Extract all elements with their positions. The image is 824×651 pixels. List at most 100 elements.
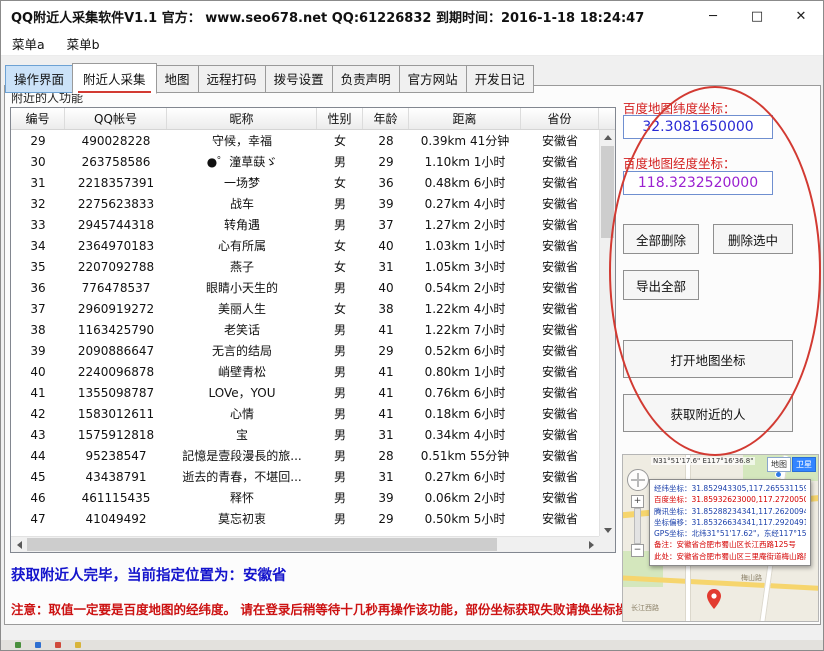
table-cell: 0.54km 2小时: [409, 279, 521, 296]
export-all-button[interactable]: 导出全部: [623, 270, 699, 300]
taskbar-icon: [35, 642, 41, 648]
table-cell: 47: [11, 512, 65, 526]
table-row[interactable]: 411355098787LOVe，YOU男410.76km 6小时安徽省: [11, 382, 599, 403]
table-row[interactable]: 312218357391一场梦女360.48km 6小时安徽省: [11, 172, 599, 193]
vertical-scroll-thumb[interactable]: [601, 146, 614, 238]
popup-line: 百度坐标：31.85932623000,117.2720050000 ←: [654, 494, 806, 505]
tab-page: 附近的人功能 编号QQ帐号昵称性别年龄距离省份 29490028228守候，幸福…: [4, 85, 821, 625]
status-message: 获取附近人完毕，当前指定位置为：安徽省: [11, 564, 287, 585]
tab-3[interactable]: 地图: [156, 65, 199, 93]
tab-2[interactable]: 附近人采集: [72, 63, 157, 94]
column-header[interactable]: 省份: [521, 108, 599, 129]
table-cell: 39: [363, 491, 409, 505]
tab-7[interactable]: 官方网站: [399, 65, 467, 93]
table-cell: 461115435: [65, 491, 167, 505]
table-cell: 2240096878: [65, 365, 167, 379]
horizontal-scrollbar[interactable]: [11, 536, 599, 552]
table-row[interactable]: 322275623833战车男390.27km 4小时安徽省: [11, 193, 599, 214]
scroll-left-icon[interactable]: [11, 537, 27, 553]
table-row[interactable]: 421583012611心情男410.18km 6小时安徽省: [11, 403, 599, 424]
table-cell: 1.22km 7小时: [409, 321, 521, 338]
get-nearby-people-button[interactable]: 获取附近的人: [623, 394, 793, 432]
maximize-button[interactable]: □: [735, 1, 779, 31]
table-row[interactable]: 332945744318转角遇男371.27km 2小时安徽省: [11, 214, 599, 235]
open-map-coords-button[interactable]: 打开地图坐标: [623, 340, 793, 378]
table-row[interactable]: 36776478537眼睛小天生的男400.54km 2小时安徽省: [11, 277, 599, 298]
zoom-in-icon[interactable]: +: [631, 495, 644, 508]
table-row[interactable]: 402240096878峭壁青松男410.80km 1小时安徽省: [11, 361, 599, 382]
tab-6[interactable]: 负责声明: [332, 65, 400, 93]
scroll-right-icon[interactable]: [583, 537, 599, 553]
table-cell: 安徽省: [521, 489, 599, 506]
table-row[interactable]: 392090886647无言的结局男290.52km 6小时安徽省: [11, 340, 599, 361]
table-cell: 转角遇: [167, 216, 317, 233]
table-cell: 41: [363, 386, 409, 400]
table-cell: 29: [363, 155, 409, 169]
close-button[interactable]: ✕: [779, 1, 823, 31]
table-cell: 1575912818: [65, 428, 167, 442]
table-cell: 1.10km 1小时: [409, 153, 521, 170]
table-cell: 2960919272: [65, 302, 167, 316]
location-pin-icon[interactable]: [707, 589, 721, 613]
table-row[interactable]: 29490028228守候，幸福女280.39km 41分钟安徽省: [11, 130, 599, 151]
minimize-button[interactable]: ─: [691, 1, 735, 31]
delete-all-button[interactable]: 全部删除: [623, 224, 699, 254]
map-thumbnail[interactable]: N31°51'17.6" E117°16'36.8" 地图 卫星 + − 经纬坐…: [622, 454, 819, 622]
scroll-up-icon[interactable]: [600, 130, 616, 145]
table-cell: 29: [363, 512, 409, 526]
table-row[interactable]: 352207092788燕子女311.05km 3小时安徽省: [11, 256, 599, 277]
delete-selected-button[interactable]: 删除选中: [713, 224, 793, 254]
table-row[interactable]: 30263758586●゜潼草蒛ゞ男291.10km 1小时安徽省: [11, 151, 599, 172]
table-cell: 安徽省: [521, 468, 599, 485]
map-mode-button[interactable]: 地图: [767, 457, 791, 472]
tab-1[interactable]: 操作界面: [5, 65, 73, 93]
app-window: QQ附近人采集软件V1.1 官方： www.seo678.net QQ:6122…: [0, 0, 824, 651]
tab-5[interactable]: 拨号设置: [265, 65, 333, 93]
map-pan-control[interactable]: [627, 469, 649, 491]
latitude-input[interactable]: [623, 115, 773, 139]
table-cell: 男: [317, 279, 363, 296]
column-header[interactable]: 年龄: [363, 108, 409, 129]
table-cell: 0.80km 1小时: [409, 363, 521, 380]
table-cell: 31: [363, 428, 409, 442]
column-header[interactable]: QQ帐号: [65, 108, 167, 129]
table-row[interactable]: 4543438791逝去的青春，不堪回...男310.27km 6小时安徽省: [11, 466, 599, 487]
table-row[interactable]: 4741049492莫忘初衷男290.50km 5小时安徽省: [11, 508, 599, 529]
table-cell: 39: [11, 344, 65, 358]
table-cell: 1163425790: [65, 323, 167, 337]
table-row[interactable]: 381163425790老笑话男411.22km 7小时安徽省: [11, 319, 599, 340]
street-label: 长江西路: [631, 603, 659, 613]
zoom-slider[interactable]: [634, 508, 641, 544]
table-cell: 守候，幸福: [167, 132, 317, 149]
map-zoom-control: + −: [631, 495, 644, 557]
horizontal-scroll-thumb[interactable]: [27, 538, 497, 551]
table-cell: 0.39km 41分钟: [409, 132, 521, 149]
longitude-input[interactable]: [623, 171, 773, 195]
tab-4[interactable]: 远程打码: [198, 65, 266, 93]
table-cell: 35: [11, 260, 65, 274]
table-cell: 男: [317, 405, 363, 422]
table-cell: 安徽省: [521, 300, 599, 317]
table-row[interactable]: 4495238547記憶是壹段漫長的旅...男280.51km 55分钟安徽省: [11, 445, 599, 466]
table-cell: 逝去的青春，不堪回...: [167, 468, 317, 485]
title-bar: QQ附近人采集软件V1.1 官方： www.seo678.net QQ:6122…: [1, 1, 823, 31]
table-cell: 1.03km 1小时: [409, 237, 521, 254]
table-cell: 0.48km 6小时: [409, 174, 521, 191]
satellite-mode-button[interactable]: 卫星: [792, 457, 816, 472]
zoom-out-icon[interactable]: −: [631, 544, 644, 557]
tab-8[interactable]: 开发日记: [466, 65, 534, 93]
table-cell: 安徽省: [521, 447, 599, 464]
table-row[interactable]: 342364970183心有所属女401.03km 1小时安徽省: [11, 235, 599, 256]
table-cell: 男: [317, 153, 363, 170]
column-header[interactable]: 昵称: [167, 108, 317, 129]
column-header[interactable]: 性别: [317, 108, 363, 129]
menu-item-1[interactable]: 菜单a: [1, 31, 56, 56]
table-row[interactable]: 46461115435释怀男390.06km 2小时安徽省: [11, 487, 599, 508]
menu-item-2[interactable]: 菜单b: [56, 31, 111, 56]
table-row[interactable]: 431575912818宝男310.34km 4小时安徽省: [11, 424, 599, 445]
column-header[interactable]: 编号: [11, 108, 65, 129]
column-header[interactable]: 距离: [409, 108, 521, 129]
table-row[interactable]: 372960919272美丽人生女381.22km 4小时安徽省: [11, 298, 599, 319]
vertical-scrollbar[interactable]: [599, 130, 615, 538]
map-popup-lines: 经纬坐标：31.852943305,117.26553115924百度坐标：31…: [654, 483, 806, 539]
